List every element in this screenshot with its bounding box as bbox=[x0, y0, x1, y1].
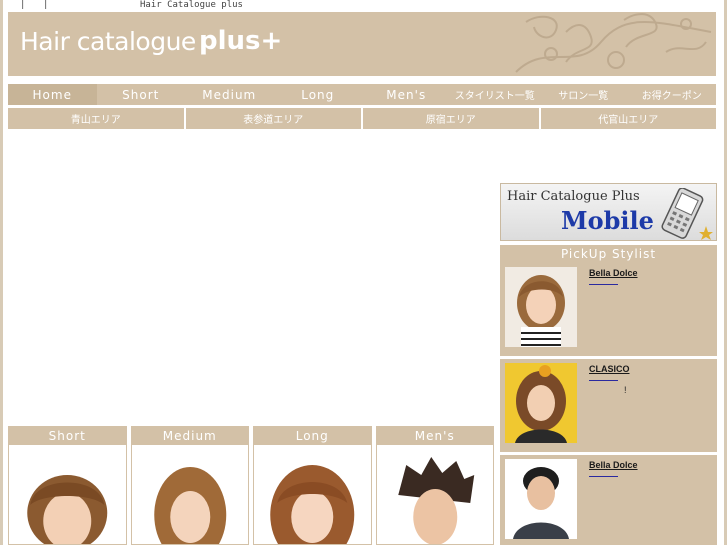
category-short[interactable]: Short bbox=[8, 426, 127, 545]
area-aoyama[interactable]: 青山エリア bbox=[8, 108, 184, 129]
nav-coupons[interactable]: お得クーポン bbox=[627, 84, 716, 105]
mobile-banner-label: Mobile bbox=[561, 206, 654, 235]
nav-mens[interactable]: Men's bbox=[362, 84, 451, 105]
top-text-line: | | Hair Catalogue plus bbox=[0, 0, 727, 12]
nav-medium[interactable]: Medium bbox=[185, 84, 274, 105]
site-logo-text: Hair catalogue bbox=[20, 27, 196, 56]
category-photo bbox=[9, 445, 126, 544]
nav-salons[interactable]: サロン一覧 bbox=[539, 84, 628, 105]
nav-home[interactable]: Home bbox=[8, 84, 97, 105]
stylist-photo[interactable] bbox=[505, 267, 577, 347]
stylist-name-link[interactable]: Bella Dolce bbox=[589, 460, 652, 470]
pickup-stylist-panel: PickUp Stylist Bella Dolce CLASICO ! Bel… bbox=[500, 245, 717, 545]
nav-label: スタイリスト一覧 bbox=[454, 91, 535, 102]
nav-label: Home bbox=[32, 87, 72, 102]
category-medium[interactable]: Medium bbox=[130, 426, 249, 545]
category-photo bbox=[254, 445, 371, 544]
nav-short[interactable]: Short bbox=[96, 84, 185, 105]
area-harajuku[interactable]: 原宿エリア bbox=[363, 108, 539, 129]
nav-label: Long bbox=[301, 87, 335, 102]
page-frame-left bbox=[0, 0, 3, 545]
stylist-photo[interactable] bbox=[505, 459, 577, 539]
nav-label: Men's bbox=[386, 87, 427, 102]
floral-ornament bbox=[515, 13, 712, 73]
separator: | bbox=[43, 0, 49, 10]
stylist-photo[interactable] bbox=[505, 363, 577, 443]
area-omotesando[interactable]: 表参道エリア bbox=[185, 108, 361, 129]
stylist-detail-link[interactable] bbox=[589, 379, 618, 381]
nav-long[interactable]: Long bbox=[273, 84, 362, 105]
stylist-note: ! bbox=[624, 385, 627, 395]
category-photo bbox=[376, 445, 493, 544]
site-logo-plus: plus+ bbox=[199, 26, 283, 56]
site-banner[interactable]: Hair catalogue plus+ bbox=[8, 12, 716, 76]
category-label: Short bbox=[9, 427, 126, 445]
stylist-detail-link[interactable] bbox=[589, 283, 618, 285]
separator: | bbox=[20, 0, 26, 10]
category-label: Men's bbox=[376, 427, 493, 445]
nav-label: Medium bbox=[202, 87, 257, 102]
mobile-site-banner[interactable]: Hair Catalogue Plus Mobile bbox=[500, 183, 717, 241]
stylist-card[interactable]: Bella Dolce bbox=[500, 455, 717, 545]
category-label: Long bbox=[254, 427, 371, 445]
mobile-banner-title: Hair Catalogue Plus bbox=[507, 189, 640, 204]
area-daikanyama[interactable]: 代官山エリア bbox=[540, 108, 716, 129]
stylist-name-link[interactable]: Bella Dolce bbox=[589, 268, 652, 278]
stylist-card[interactable]: CLASICO ! bbox=[500, 359, 717, 455]
mobile-phone-icon bbox=[661, 188, 713, 240]
category-mens[interactable]: Men's bbox=[375, 426, 494, 545]
stylist-card[interactable]: Bella Dolce bbox=[500, 263, 717, 359]
main-nav: Home Short Medium Long Men's スタイリスト一覧 サロ… bbox=[8, 84, 716, 105]
stylist-detail-link[interactable] bbox=[589, 475, 618, 477]
nav-stylists[interactable]: スタイリスト一覧 bbox=[450, 84, 539, 105]
style-categories: Short Medium Long Men's bbox=[8, 426, 494, 545]
category-photo bbox=[131, 445, 248, 544]
stylist-name-link[interactable]: CLASICO bbox=[589, 364, 644, 374]
area-nav: 青山エリア 表参道エリア 原宿エリア 代官山エリア bbox=[8, 108, 716, 129]
category-long[interactable]: Long bbox=[253, 426, 372, 545]
category-label: Medium bbox=[131, 427, 248, 445]
nav-label: サロン一覧 bbox=[558, 91, 609, 102]
nav-label: Short bbox=[122, 87, 160, 102]
site-tagline: Hair Catalogue plus bbox=[140, 0, 243, 10]
pickup-title: PickUp Stylist bbox=[560, 247, 657, 261]
nav-label: お得クーポン bbox=[641, 91, 702, 102]
